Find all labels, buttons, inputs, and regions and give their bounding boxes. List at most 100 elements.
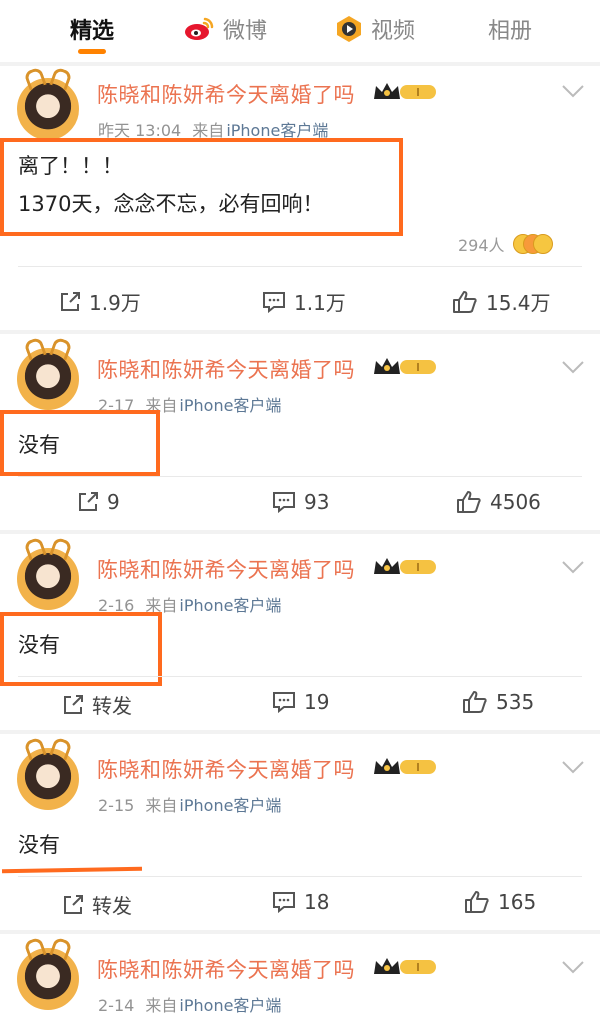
like-count: 15.4万 [486, 291, 551, 315]
comment-button[interactable]: 18 [272, 890, 329, 914]
like-count: 4506 [490, 490, 541, 514]
comment-icon [273, 892, 295, 913]
repost-icon [61, 291, 80, 311]
avatar[interactable] [17, 748, 79, 810]
like-button[interactable]: 535 [462, 690, 534, 714]
highlight-box [0, 410, 160, 476]
avatar[interactable] [17, 548, 79, 610]
like-button[interactable]: 15.4万 [452, 287, 551, 316]
tab-album[interactable]: 相册 [488, 12, 532, 46]
comment-button[interactable]: 93 [272, 490, 329, 514]
username[interactable]: 陈晓和陈妍希今天离婚了吗 [97, 79, 355, 109]
repost-button[interactable]: 转发 [62, 690, 132, 719]
repost-button[interactable]: 1.9万 [59, 287, 141, 316]
weibo-icon [185, 17, 214, 40]
tab-label: 相册 [488, 19, 533, 44]
post-card[interactable]: 陈晓和陈妍希今天离婚了吗 I 2-17 来自 iPhone客户端 没有 9 93 … [0, 334, 600, 530]
tab-video[interactable]: 视频 [335, 12, 415, 46]
repost-button[interactable]: 9 [77, 490, 120, 514]
chevron-down-icon[interactable] [561, 84, 585, 98]
repost-count: 1.9万 [89, 291, 141, 315]
comment-icon [273, 492, 295, 513]
avatar[interactable] [17, 348, 79, 410]
thumbs-up-icon [463, 691, 487, 713]
tab-label: 视频 [371, 19, 416, 44]
badge-level: I [416, 761, 419, 774]
post-line: 没有 [18, 833, 60, 857]
tab-weibo[interactable]: 微博 [183, 12, 267, 46]
top-tab-bar: 精选 微博 视频 相册 [0, 0, 600, 62]
badge-level: I [416, 86, 419, 99]
badge-level: I [416, 961, 419, 974]
tab-label: 微博 [223, 19, 268, 44]
thumbs-up-icon [465, 891, 489, 913]
reaction-emojis [512, 234, 553, 254]
post-card[interactable]: 陈晓和陈妍希今天离婚了吗 I 2-15 来自 iPhone客户端 没有 转发 18… [0, 734, 600, 930]
repost-icon [64, 694, 83, 714]
highlight-box [0, 138, 403, 236]
highlight-box [0, 612, 162, 686]
divider [18, 676, 582, 677]
repost-icon [79, 492, 98, 511]
post-card[interactable]: 陈晓和陈妍希今天离婚了吗 I 2-16 来自 iPhone客户端 没有 转发 19… [0, 534, 600, 730]
comment-count: 18 [304, 890, 330, 914]
thumbs-up-icon [453, 290, 477, 313]
vip-crown-badge-icon: I [374, 958, 436, 974]
vip-crown-badge-icon: I [374, 558, 436, 574]
repost-count: 转发 [92, 894, 132, 918]
source-client-link[interactable]: iPhone客户端 [179, 996, 281, 1015]
post-time: 2-14 [98, 996, 135, 1015]
chevron-down-icon[interactable] [561, 560, 585, 574]
comment-icon [273, 692, 295, 713]
divider [18, 476, 582, 477]
repost-count: 转发 [92, 694, 132, 718]
repost-button[interactable]: 转发 [62, 890, 132, 919]
vip-crown-badge-icon: I [374, 358, 436, 374]
source-client-link[interactable]: iPhone客户端 [179, 596, 281, 615]
chevron-down-icon[interactable] [561, 760, 585, 774]
like-count: 165 [498, 890, 537, 914]
repost-count: 9 [107, 490, 120, 514]
comment-icon [263, 291, 285, 313]
username[interactable]: 陈晓和陈妍希今天离婚了吗 [97, 754, 355, 784]
badge-level: I [416, 361, 419, 374]
username[interactable]: 陈晓和陈妍希今天离婚了吗 [97, 954, 355, 984]
comment-count: 19 [304, 690, 330, 714]
tab-featured[interactable]: 精选 [70, 12, 114, 46]
post-meta: 2-15 来自 iPhone客户端 [98, 792, 281, 816]
underline-mark [1, 866, 143, 874]
post-meta: 2-14 来自 iPhone客户端 [98, 992, 281, 1016]
avatar[interactable] [17, 78, 79, 140]
divider [18, 876, 582, 877]
source-client-link[interactable]: iPhone客户端 [179, 796, 281, 815]
comment-count: 93 [304, 490, 330, 514]
comment-button[interactable]: 1.1万 [262, 287, 346, 316]
comment-button[interactable]: 19 [272, 690, 329, 714]
avatar[interactable] [17, 948, 79, 1010]
username[interactable]: 陈晓和陈妍希今天离婚了吗 [97, 554, 355, 584]
grin-emoji-icon [532, 234, 553, 254]
comment-count: 1.1万 [294, 291, 346, 315]
reactions-summary[interactable]: 294人 [458, 232, 553, 256]
vip-crown-badge-icon: I [374, 758, 436, 774]
post-time: 2-15 [98, 796, 135, 815]
source-prefix: 来自 [145, 796, 178, 815]
post-text: 没有 [18, 826, 60, 864]
source-prefix: 来自 [145, 996, 178, 1015]
active-tab-indicator [78, 49, 106, 54]
badge-level: I [416, 561, 419, 574]
divider [18, 266, 582, 267]
chevron-down-icon[interactable] [561, 960, 585, 974]
post-card[interactable]: 陈晓和陈妍希今天离婚了吗 I 2-14 来自 iPhone客户端 [0, 934, 600, 1021]
post-card[interactable]: 陈晓和陈妍希今天离婚了吗 I 昨天 13:04 来自 iPhone客户端 离了！！… [0, 66, 600, 330]
video-icon [337, 16, 361, 42]
source-client-link[interactable]: iPhone客户端 [179, 396, 281, 415]
tab-label: 精选 [70, 19, 115, 44]
username[interactable]: 陈晓和陈妍希今天离婚了吗 [97, 354, 355, 384]
like-count: 535 [496, 690, 535, 714]
reaction-count: 294人 [458, 236, 505, 255]
like-button[interactable]: 165 [464, 890, 536, 914]
like-button[interactable]: 4506 [456, 490, 541, 514]
chevron-down-icon[interactable] [561, 360, 585, 374]
repost-icon [64, 894, 83, 914]
